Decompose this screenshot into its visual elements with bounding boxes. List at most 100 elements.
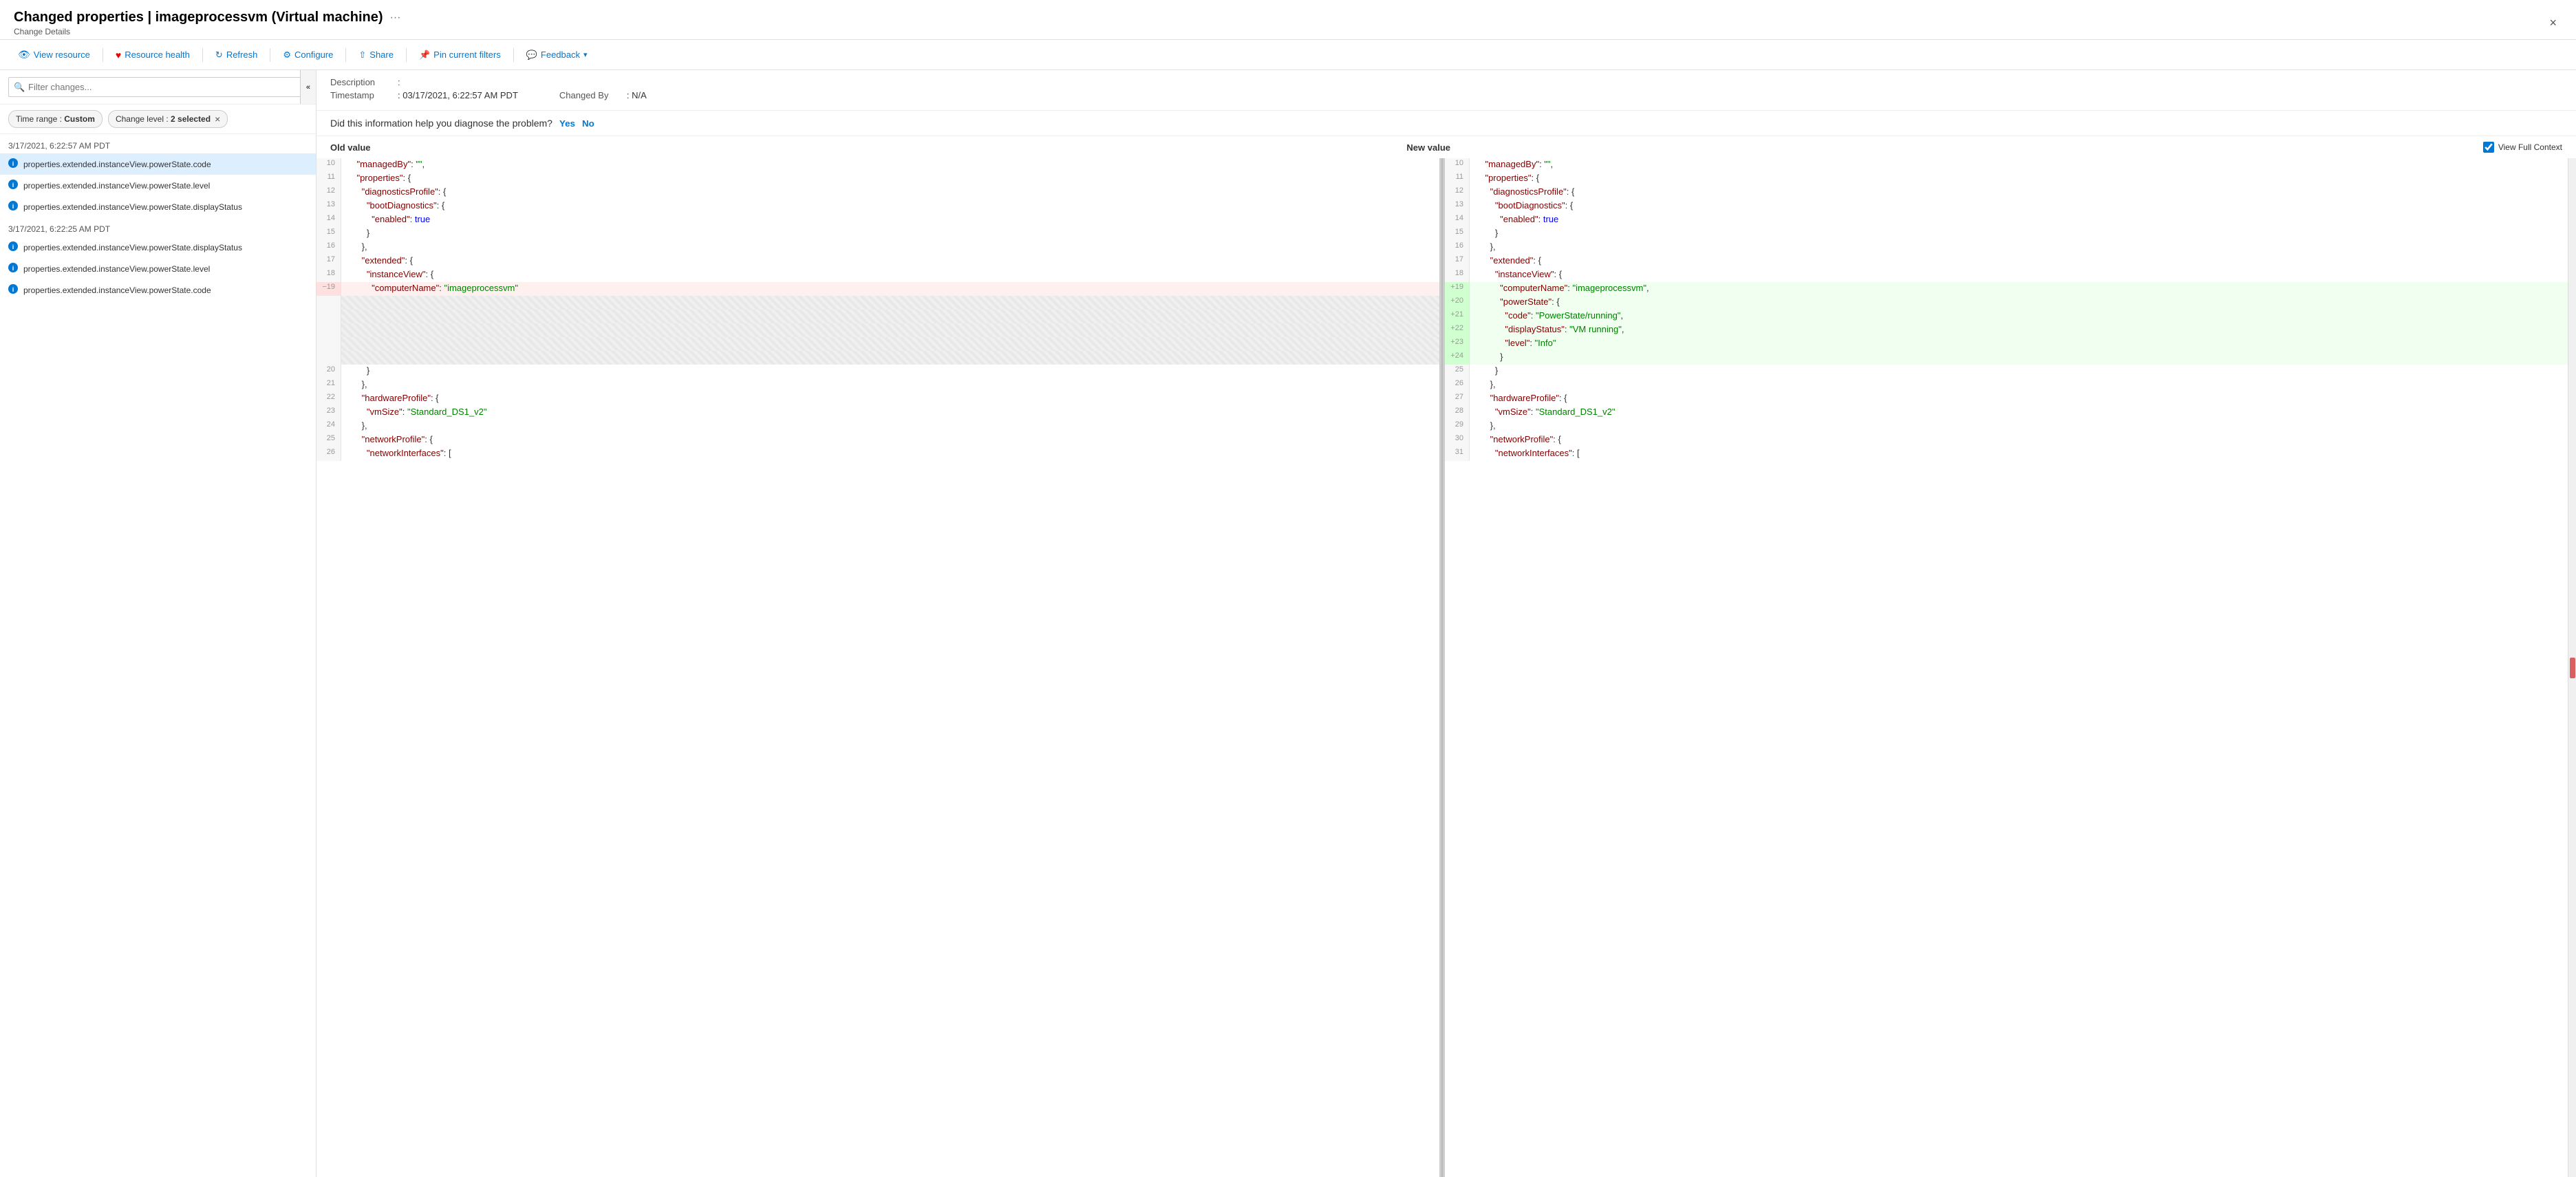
diff-line: 20 } (316, 365, 1439, 378)
view-full-context-checkbox[interactable] (2483, 142, 2494, 153)
toolbar: 👁 View resource ♥ Resource health ↻ Refr… (0, 40, 2576, 70)
collapse-arrows-icon: « (306, 83, 310, 91)
filter-input[interactable] (8, 77, 308, 97)
title-ellipsis[interactable]: ··· (390, 12, 401, 24)
diff-line: 18 "instanceView": { (316, 268, 1439, 282)
change-item[interactable]: i properties.extended.instanceView.powerS… (0, 196, 316, 217)
svg-text:i: i (12, 182, 14, 188)
change-item-text: properties.extended.instanceView.powerSt… (23, 243, 242, 252)
diagnose-text: Did this information help you diagnose t… (330, 118, 552, 129)
time-range-label: Time range : Custom (16, 114, 95, 124)
page-title: Changed properties | imageprocessvm (Vir… (14, 10, 400, 25)
diff-scroll-wrapper: 10 "managedBy": "",11 "properties": {12 … (316, 158, 2576, 1177)
minimap-marker (2570, 658, 2575, 678)
yes-button[interactable]: Yes (559, 118, 575, 129)
timestamp-label: Timestamp (330, 90, 392, 100)
change-item-text: properties.extended.instanceView.powerSt… (23, 202, 242, 212)
diff-line: +19 "computerName": "imageprocessvm", (1445, 282, 2568, 296)
diff-divider[interactable] (1439, 158, 1445, 1177)
diff-line: 11 "properties": { (316, 172, 1439, 186)
time-range-tag[interactable]: Time range : Custom (8, 110, 103, 128)
diff-line: 26 "networkInterfaces": [ (316, 447, 1439, 461)
diff-line: 13 "bootDiagnostics": { (316, 199, 1439, 213)
diff-panes: 10 "managedBy": "",11 "properties": {12 … (316, 158, 2568, 1177)
svg-text:i: i (12, 203, 14, 210)
page-subtitle: Change Details (14, 27, 400, 36)
configure-button[interactable]: ⚙ Configure (276, 46, 340, 64)
change-group-header-0: 3/17/2021, 6:22:57 AM PDT (0, 134, 316, 153)
diff-line: +24 } (1445, 351, 2568, 365)
toolbar-separator-6 (513, 48, 514, 62)
diff-line: 27 "hardwareProfile": { (1445, 392, 2568, 406)
resource-health-button[interactable]: ♥ Resource health (109, 46, 197, 64)
change-level-label: Change level : 2 selected (116, 114, 211, 124)
change-item-text: properties.extended.instanceView.powerSt… (23, 181, 210, 191)
diff-line: 23 "vmSize": "Standard_DS1_v2" (316, 406, 1439, 420)
diff-line: 30 "networkProfile": { (1445, 433, 2568, 447)
new-value-pane: 10 "managedBy": "",11 "properties": {12 … (1445, 158, 2568, 1177)
view-full-context: View Full Context (2483, 142, 2562, 153)
toolbar-separator-5 (406, 48, 407, 62)
info-icon: i (8, 263, 18, 274)
diff-line: 12 "diagnosticsProfile": { (1445, 186, 2568, 199)
change-item[interactable]: i properties.extended.instanceView.powerS… (0, 175, 316, 196)
info-icon: i (8, 158, 18, 170)
diff-line: +20 "powerState": { (1445, 296, 2568, 310)
change-level-tag[interactable]: Change level : 2 selected × (108, 110, 228, 128)
diff-header: Old value New value View Full Context (316, 136, 2576, 158)
minimap (2568, 158, 2576, 1177)
close-button[interactable]: × (2544, 13, 2562, 33)
feedback-icon: 💬 (526, 50, 537, 61)
changed-by-row: Changed By : N/A (559, 90, 647, 100)
info-icon: i (8, 284, 18, 296)
info-icon: i (8, 180, 18, 191)
pin-icon: 📌 (419, 50, 430, 61)
pin-current-filters-button[interactable]: 📌 Pin current filters (412, 46, 508, 64)
change-item[interactable]: i properties.extended.instanceView.powerS… (0, 237, 316, 258)
change-item[interactable]: iproperties.extended.instanceView.powerS… (0, 153, 316, 175)
diff-line: +22 "displayStatus": "VM running", (1445, 323, 2568, 337)
share-icon: ⇧ (358, 50, 366, 61)
diagnose-bar: Did this information help you diagnose t… (316, 111, 2576, 136)
change-item-text: properties.extended.instanceView.powerSt… (23, 264, 210, 274)
change-level-clear-icon[interactable]: × (215, 114, 220, 125)
diff-area: Old value New value View Full Context 10… (316, 136, 2576, 1177)
changed-by-label: Changed By (559, 90, 621, 100)
diff-line: +23 "level": "Info" (1445, 337, 2568, 351)
diff-line: 18 "instanceView": { (1445, 268, 2568, 282)
refresh-button[interactable]: ↻ Refresh (208, 46, 264, 64)
info-icon: i (8, 241, 18, 253)
diff-line: 13 "bootDiagnostics": { (1445, 199, 2568, 213)
diff-line (316, 296, 1439, 310)
toolbar-separator-4 (345, 48, 346, 62)
timestamp-row: Timestamp : 03/17/2021, 6:22:57 AM PDT (330, 90, 518, 100)
diff-line: 25 "networkProfile": { (316, 433, 1439, 447)
diff-line: 16 }, (1445, 241, 2568, 255)
description-label: Description (330, 77, 392, 87)
diff-line (316, 351, 1439, 365)
diff-line: 17 "extended": { (1445, 255, 2568, 268)
feedback-button[interactable]: 💬 Feedback ▾ (519, 46, 594, 64)
new-value-header: New value (1406, 142, 2482, 153)
diff-line: +21 "code": "PowerState/running", (1445, 310, 2568, 323)
description-row: Description : (330, 77, 2562, 87)
svg-text:i: i (12, 244, 14, 250)
title-bar: Changed properties | imageprocessvm (Vir… (0, 0, 2576, 40)
svg-text:i: i (12, 286, 14, 293)
change-item[interactable]: i properties.extended.instanceView.powerS… (0, 258, 316, 279)
no-button[interactable]: No (582, 118, 594, 129)
diff-line: 26 }, (1445, 378, 2568, 392)
diff-line: 14 "enabled": true (316, 213, 1439, 227)
diff-line: 31 "networkInterfaces": [ (1445, 447, 2568, 461)
main-layout: 🔍 « Time range : Custom Change level : 2… (0, 70, 2576, 1177)
filter-tags: Time range : Custom Change level : 2 sel… (0, 105, 316, 134)
share-button[interactable]: ⇧ Share (352, 46, 400, 64)
info-icon: i (8, 201, 18, 213)
right-panel: Description : Timestamp : 03/17/2021, 6:… (316, 70, 2576, 1177)
feedback-chevron-icon: ▾ (583, 50, 588, 59)
collapse-panel-button[interactable]: « (300, 70, 316, 104)
diff-line: 21 }, (316, 378, 1439, 392)
view-resource-button[interactable]: 👁 View resource (11, 45, 97, 64)
old-value-header: Old value (330, 142, 1406, 153)
change-item[interactable]: iproperties.extended.instanceView.powerS… (0, 279, 316, 301)
